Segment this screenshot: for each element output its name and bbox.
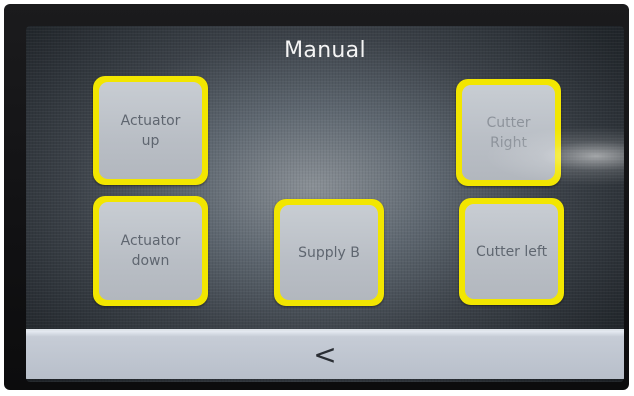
cutter-left-button-face[interactable]: Cutter left: [465, 204, 558, 299]
cutter-right-label: Cutter Right: [486, 114, 531, 151]
actuator-up-label: Actuator up: [120, 112, 181, 149]
actuator-down-button[interactable]: Actuator down: [93, 196, 208, 306]
cutter-left-label: Cutter left: [475, 243, 548, 260]
cutter-right-button-face[interactable]: Cutter Right: [462, 85, 555, 180]
back-button[interactable]: <: [313, 341, 336, 369]
bottom-nav-bar: <: [26, 329, 624, 379]
actuator-down-button-face[interactable]: Actuator down: [99, 202, 202, 300]
actuator-up-button[interactable]: Actuator up: [93, 76, 208, 185]
supply-b-label: Supply B: [298, 244, 360, 261]
cutter-left-button[interactable]: Cutter left: [459, 198, 564, 305]
page-title: Manual: [284, 38, 366, 63]
hmi-device-frame: Manual Actuator up Actuator down Supply …: [4, 4, 629, 390]
actuator-up-button-face[interactable]: Actuator up: [99, 82, 202, 179]
cutter-right-button[interactable]: Cutter Right: [456, 79, 561, 186]
hmi-screen: Manual Actuator up Actuator down Supply …: [26, 26, 624, 382]
supply-b-button[interactable]: Supply B: [274, 199, 384, 306]
actuator-down-label: Actuator down: [120, 233, 181, 269]
supply-b-button-face[interactable]: Supply B: [280, 205, 378, 300]
